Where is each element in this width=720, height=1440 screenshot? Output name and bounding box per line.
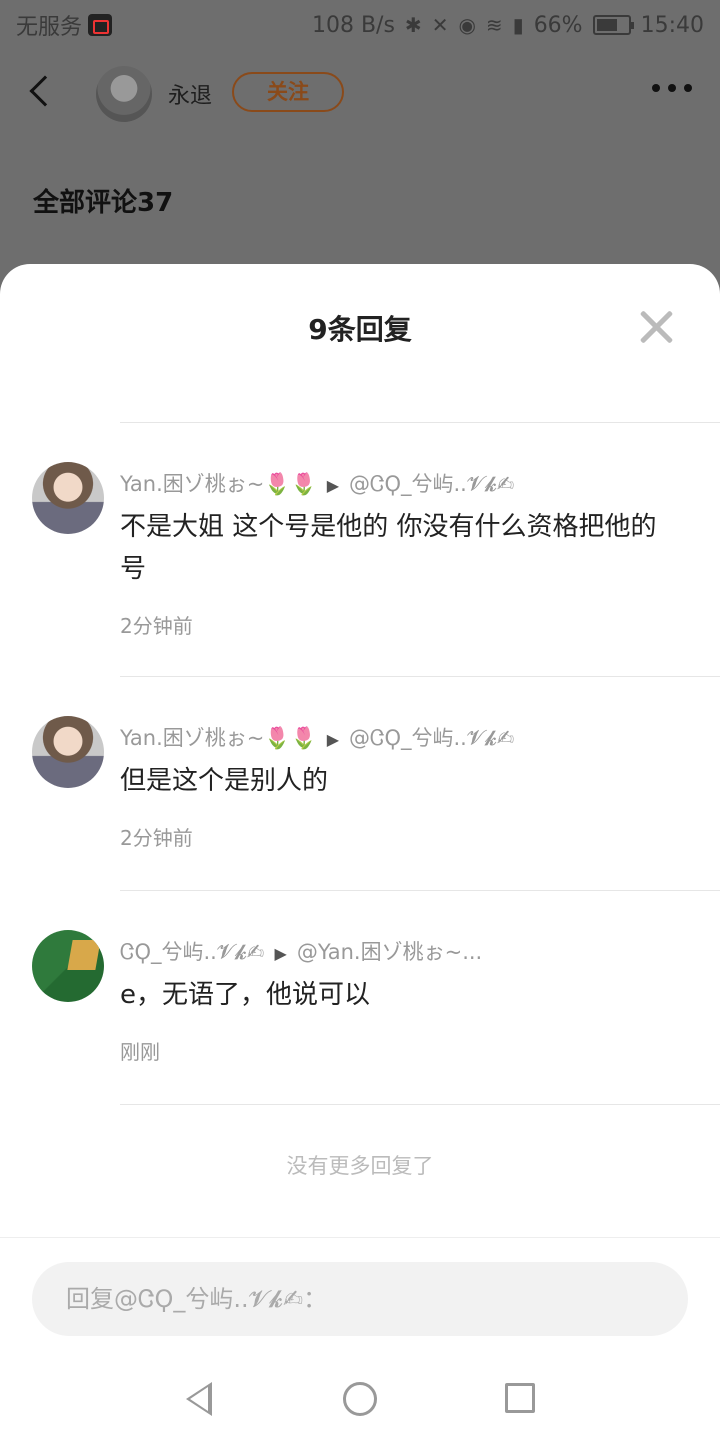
reply-to-arrow-icon: ▶ — [326, 476, 339, 495]
signal-icon: ▮ — [512, 13, 524, 37]
divider — [120, 1104, 720, 1105]
avatar[interactable] — [32, 716, 104, 788]
reply-time: 刚刚 — [120, 1040, 160, 1064]
status-bar: 无服务 108 B/s ✱ ✕ ◉ ≋ ▮ 66% 15:40 — [0, 0, 720, 50]
reply-author[interactable]: ᏣϘ_兮屿..𝓥𝓴✍ — [120, 940, 265, 964]
replies-sheet: 9条回复 Yan.困ゾ桃ぉ~🌷🌷 ▶ @ᏣϘ_兮屿..𝓥𝓴✍ 不是大姐 这个号是他的… — [0, 264, 720, 1440]
follow-button[interactable]: 关注 — [232, 72, 344, 112]
sheet-title: 9条回复 — [308, 313, 412, 346]
more-options-icon[interactable] — [652, 84, 692, 92]
back-arrow-icon[interactable] — [29, 75, 61, 107]
reply-to-arrow-icon: ▶ — [274, 944, 287, 963]
avatar[interactable] — [32, 930, 104, 1002]
reply-meta: ᏣϘ_兮屿..𝓥𝓴✍ ▶ @Yan.困ゾ桃ぉ~... — [120, 936, 482, 966]
close-icon[interactable] — [638, 308, 674, 344]
eye-icon: ◉ — [458, 13, 476, 37]
input-divider — [0, 1237, 720, 1238]
reply-author[interactable]: Yan.困ゾ桃ぉ~🌷🌷 — [120, 726, 317, 750]
reply-meta: Yan.困ゾ桃ぉ~🌷🌷 ▶ @ᏣϘ_兮屿..𝓥𝓴✍ — [120, 468, 515, 498]
battery-icon — [592, 15, 634, 35]
reply-target[interactable]: @ᏣϘ_兮屿..𝓥𝓴✍ — [349, 726, 515, 750]
author-name[interactable]: 永退 — [168, 78, 212, 110]
clock: 15:40 — [640, 12, 704, 38]
battery-percent: 66% — [533, 12, 583, 38]
reply-time: 2分钟前 — [120, 614, 193, 638]
system-nav-bar — [0, 1368, 720, 1440]
reply-author[interactable]: Yan.困ゾ桃ぉ~🌷🌷 — [120, 472, 317, 496]
reply-text: e，无语了，他说可以 — [120, 980, 370, 1010]
net-speed: 108 B/s — [311, 12, 395, 38]
reply-target[interactable]: @Yan.困ゾ桃ぉ~... — [297, 940, 482, 964]
reply-meta: Yan.困ゾ桃ぉ~🌷🌷 ▶ @ᏣϘ_兮屿..𝓥𝓴✍ — [120, 722, 515, 752]
reply-text: 不是大姐 这个号是他的 你没有什么资格把他的号 — [120, 512, 657, 584]
reply-time: 2分钟前 — [120, 826, 193, 850]
avatar[interactable] — [32, 462, 104, 534]
top-bar: 永退 关注 — [0, 58, 720, 128]
nav-back-icon[interactable] — [186, 1382, 212, 1416]
nav-recents-icon[interactable] — [505, 1383, 535, 1413]
mute-icon: ✕ — [431, 13, 449, 37]
no-more-replies: 没有更多回复了 — [286, 1154, 434, 1178]
carrier-text: 无服务 — [16, 15, 83, 40]
author-avatar[interactable] — [96, 66, 152, 122]
nav-home-icon[interactable] — [343, 1382, 377, 1416]
reply-text: 但是这个是别人的 — [120, 766, 329, 796]
reply-input[interactable]: 回复@ᏣϘ_兮屿..𝓥𝓴✍： — [32, 1262, 688, 1336]
divider — [120, 422, 720, 423]
reply-to-arrow-icon: ▶ — [326, 730, 339, 749]
wifi-icon: ≋ — [485, 13, 503, 37]
divider — [120, 676, 720, 677]
screen-record-icon — [88, 14, 113, 36]
reply-target[interactable]: @ᏣϘ_兮屿..𝓥𝓴✍ — [349, 472, 515, 496]
comments-header: 全部评论37 — [33, 188, 174, 218]
divider — [120, 890, 720, 891]
bluetooth-icon: ✱ — [404, 13, 422, 37]
